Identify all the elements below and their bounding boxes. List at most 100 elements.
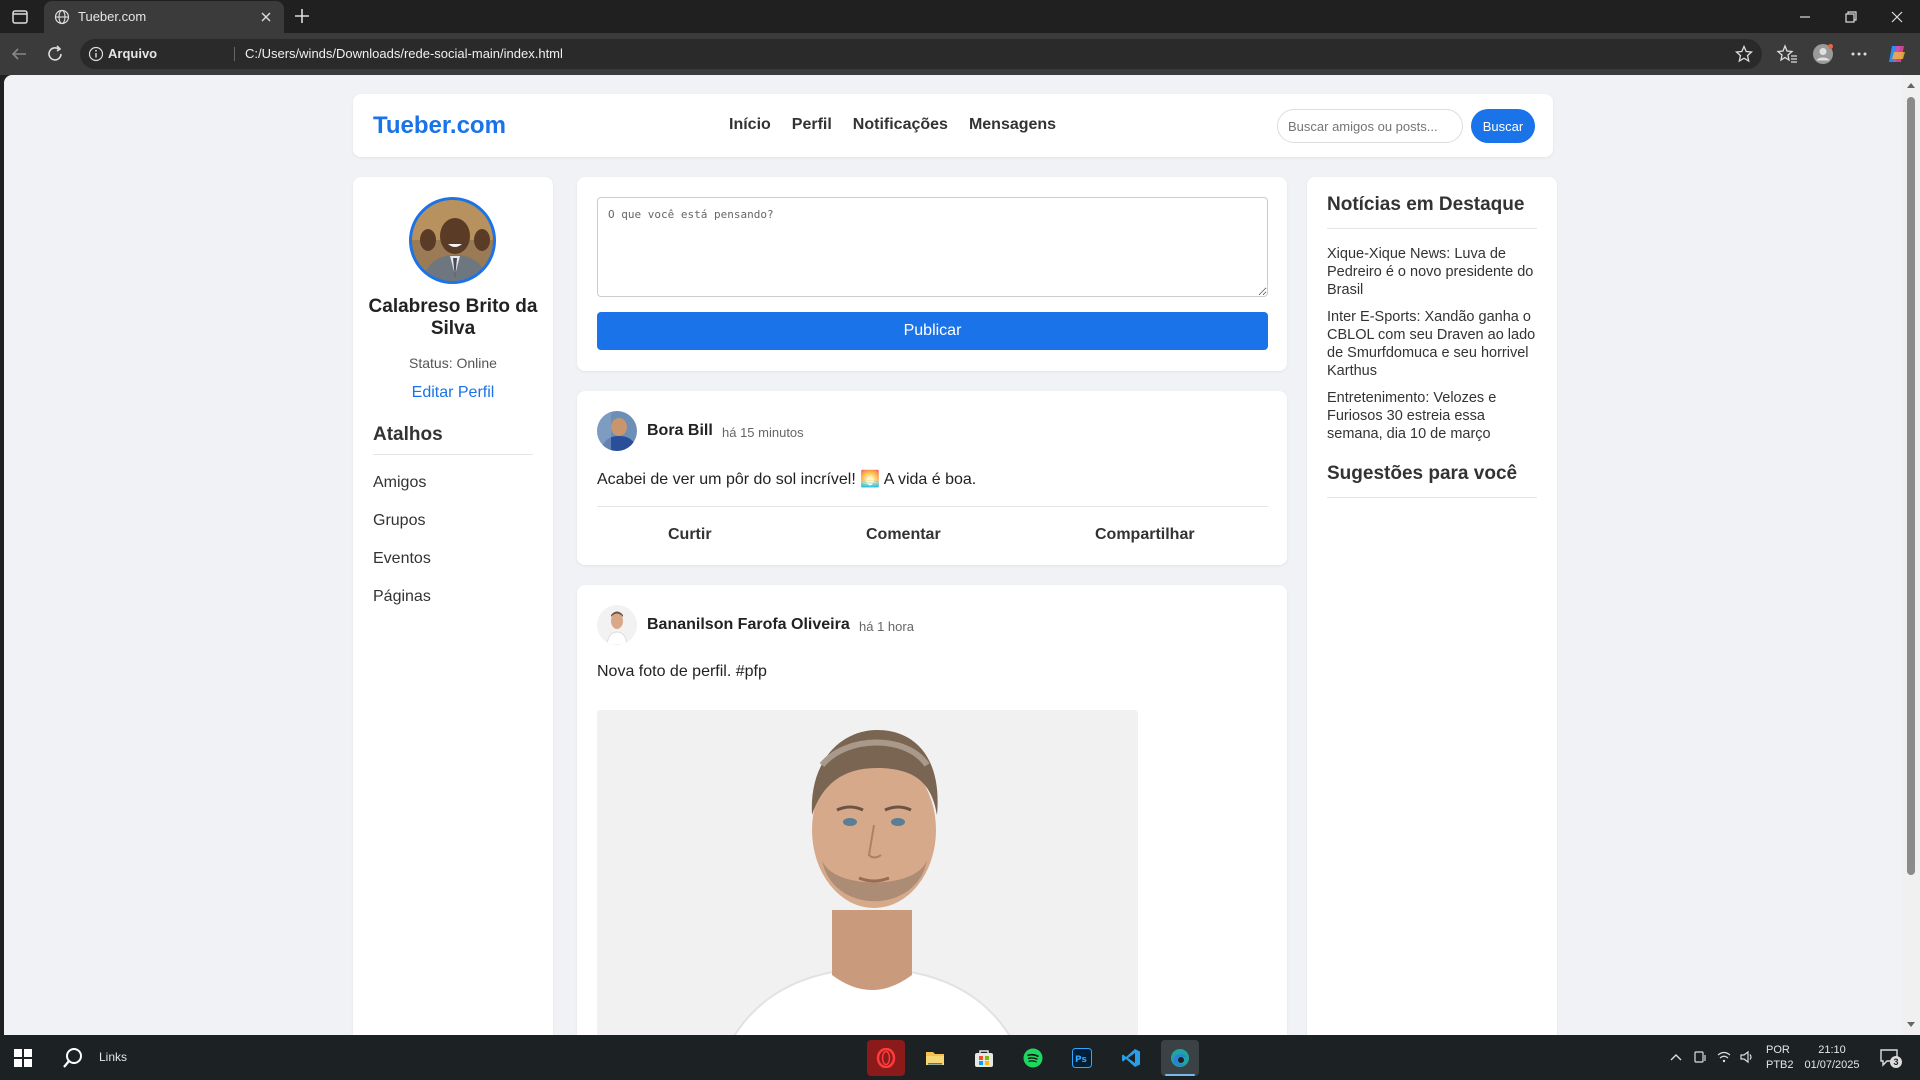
suggestions-heading: Sugestões para você	[1327, 463, 1518, 484]
close-tab-icon[interactable]	[258, 9, 274, 25]
new-tab-icon[interactable]	[292, 6, 312, 26]
post-text: Acabei de ver um pôr do sol incrível! 🌅 …	[597, 471, 977, 488]
tab-title: Tueber.com	[78, 9, 147, 24]
taskbar-app-edge[interactable]	[1161, 1040, 1199, 1076]
globe-icon	[54, 9, 70, 25]
nav-link-notificacoes[interactable]: Notificações	[853, 116, 948, 134]
store-icon	[975, 1050, 993, 1067]
like-button[interactable]: Curtir	[668, 526, 712, 544]
post-author-avatar[interactable]	[597, 411, 637, 451]
comment-button[interactable]: Comentar	[866, 526, 941, 544]
post-image[interactable]	[597, 710, 1138, 1035]
page-scrollbar[interactable]	[1902, 75, 1920, 1035]
address-scheme-label: Arquivo	[108, 46, 158, 61]
tray-chevron-up-icon[interactable]	[1668, 1049, 1684, 1065]
notification-count: 3	[1890, 1056, 1902, 1068]
favorite-star-icon[interactable]	[1734, 44, 1754, 64]
more-menu-icon[interactable]	[1848, 43, 1870, 65]
tray-device-icon[interactable]	[1692, 1049, 1708, 1065]
back-arrow-icon[interactable]	[8, 43, 30, 65]
profile-avatar[interactable]	[409, 197, 496, 284]
folder-icon	[926, 1052, 944, 1065]
taskbar-app-spotify[interactable]	[1014, 1040, 1052, 1076]
windows-start-icon[interactable]	[14, 1049, 32, 1067]
taskbar-links-label[interactable]: Links	[99, 1050, 127, 1064]
edit-profile-link[interactable]: Editar Perfil	[353, 384, 553, 402]
taskbar-clock[interactable]: 21:10 01/07/2025	[1802, 1043, 1862, 1073]
tab-actions-icon[interactable]	[10, 7, 30, 27]
post-author-avatar[interactable]	[597, 605, 637, 645]
author-photo	[597, 411, 637, 451]
taskbar-app-store[interactable]	[965, 1040, 1003, 1076]
news-item[interactable]: Xique-Xique News: Luva de Pedreiro é o n…	[1327, 245, 1537, 299]
shortcut-eventos[interactable]: Eventos	[373, 550, 431, 568]
search-icon[interactable]	[62, 1047, 84, 1069]
restore-icon[interactable]	[1840, 6, 1862, 28]
keyboard-language[interactable]: POR PTB2	[1766, 1043, 1794, 1073]
close-window-icon[interactable]	[1886, 6, 1908, 28]
shortcut-paginas[interactable]: Páginas	[373, 588, 431, 606]
clock-time: 21:10	[1818, 1044, 1846, 1056]
keyboard-layout: PTB2	[1766, 1059, 1794, 1071]
main-nav: Início Perfil Notificações Mensagens	[729, 116, 1056, 134]
post-author-name[interactable]: Bora Bill	[647, 422, 713, 440]
reload-icon[interactable]	[44, 43, 66, 65]
svg-text:Ps: Ps	[1075, 1055, 1087, 1065]
volume-icon[interactable]	[1739, 1049, 1755, 1065]
profile-name: Calabreso Brito da Silva	[368, 296, 538, 339]
taskbar-app-explorer[interactable]	[916, 1040, 954, 1076]
copilot-icon[interactable]	[1886, 43, 1908, 65]
clock-date: 01/07/2025	[1804, 1059, 1860, 1071]
post-composer: Publicar	[577, 177, 1287, 371]
spotify-icon	[1023, 1048, 1043, 1068]
news-sidebar: Notícias em Destaque Xique-Xique News: L…	[1307, 177, 1557, 1035]
portrait-photo	[597, 710, 1138, 1035]
scroll-up-arrow-icon[interactable]	[1906, 81, 1916, 89]
taskbar-app-photoshop[interactable]: Ps	[1063, 1040, 1101, 1076]
news-divider	[1327, 228, 1537, 229]
favorites-icon[interactable]	[1776, 43, 1798, 65]
post-textarea[interactable]	[597, 197, 1268, 297]
nav-link-inicio[interactable]: Início	[729, 116, 771, 134]
site-logo[interactable]: Tueber.com	[373, 112, 506, 140]
post-card: Bora Bill há 15 minutos Acabei de ver um…	[577, 391, 1287, 565]
profile-avatar-icon[interactable]	[1812, 43, 1834, 65]
shortcut-amigos[interactable]: Amigos	[373, 474, 426, 492]
taskbar-app-vscode[interactable]	[1112, 1040, 1150, 1076]
windows-taskbar: Links Ps POR PTB2 21:10 01/07/2025 3	[0, 1035, 1920, 1080]
publish-button[interactable]: Publicar	[597, 312, 1268, 350]
shortcut-grupos[interactable]: Grupos	[373, 512, 425, 530]
author-photo	[597, 605, 637, 645]
news-heading: Notícias em Destaque	[1327, 194, 1525, 215]
news-item[interactable]: Inter E-Sports: Xandão ganha o CBLOL com…	[1327, 308, 1537, 380]
shortcuts-divider	[373, 454, 533, 455]
browser-tab[interactable]: Tueber.com	[44, 1, 284, 33]
photoshop-icon: Ps	[1072, 1048, 1092, 1068]
shortcuts-heading: Atalhos	[373, 424, 443, 445]
search-input[interactable]	[1277, 109, 1463, 143]
search-button[interactable]: Buscar	[1471, 109, 1535, 143]
language-code: POR	[1766, 1044, 1790, 1056]
browser-tab-bar: Tueber.com	[0, 0, 1920, 33]
profile-photo	[412, 200, 493, 281]
post-timestamp: há 15 minutos	[722, 425, 804, 440]
nav-link-perfil[interactable]: Perfil	[792, 116, 832, 134]
scroll-down-arrow-icon[interactable]	[1906, 1021, 1916, 1029]
scroll-thumb[interactable]	[1907, 97, 1915, 875]
info-icon[interactable]	[88, 46, 104, 62]
suggestions-divider	[1327, 497, 1537, 498]
taskbar-app-opera[interactable]	[867, 1040, 905, 1076]
wifi-icon[interactable]	[1716, 1049, 1732, 1065]
minimize-icon[interactable]	[1794, 6, 1816, 28]
news-item[interactable]: Entretenimento: Velozes e Furiosos 30 es…	[1327, 389, 1537, 443]
address-bar[interactable]: Arquivo C:/Users/winds/Downloads/rede-so…	[80, 39, 1762, 69]
post-text: Nova foto de perfil. #pfp	[597, 663, 767, 680]
notification-center-button[interactable]: 3	[1878, 1046, 1902, 1068]
post-timestamp: há 1 hora	[859, 619, 914, 634]
post-divider	[597, 506, 1268, 507]
share-button[interactable]: Compartilhar	[1095, 526, 1195, 544]
nav-link-mensagens[interactable]: Mensagens	[969, 116, 1056, 134]
site-header: Tueber.com Início Perfil Notificações Me…	[353, 94, 1553, 157]
address-url[interactable]: C:/Users/winds/Downloads/rede-social-mai…	[245, 46, 563, 61]
post-author-name[interactable]: Bananilson Farofa Oliveira	[647, 616, 850, 634]
